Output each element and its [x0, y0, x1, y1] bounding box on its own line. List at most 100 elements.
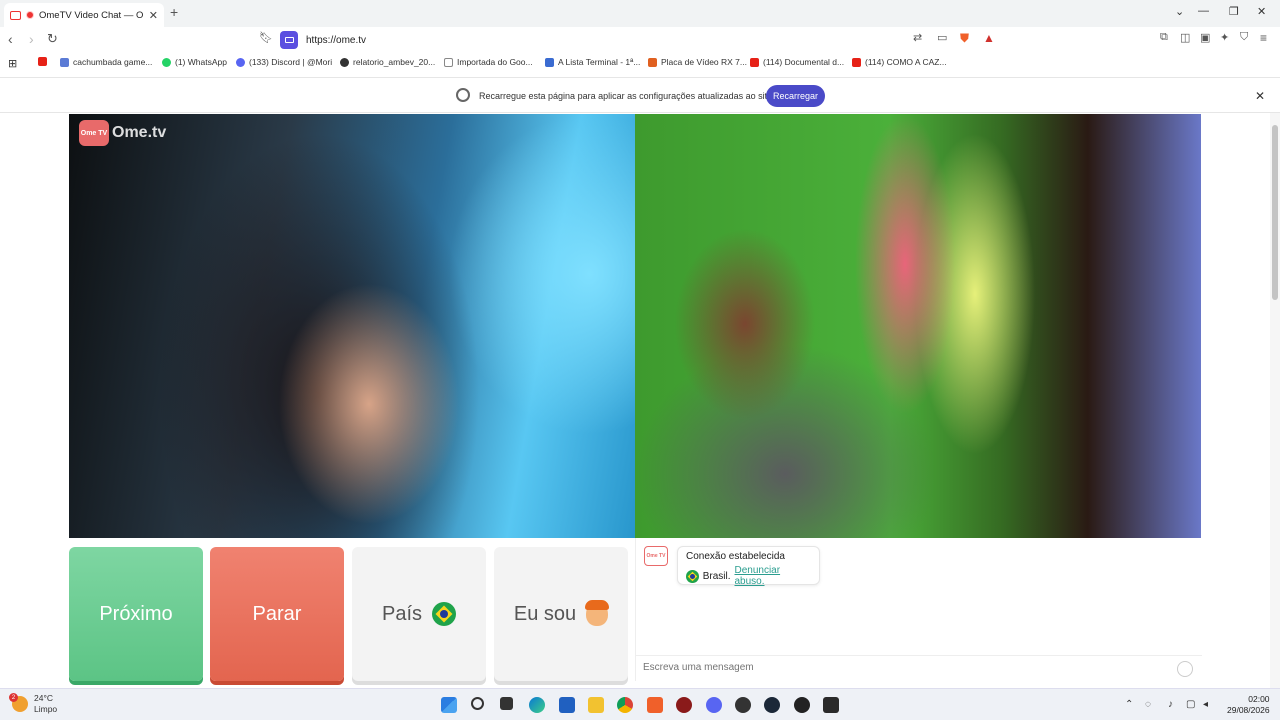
minimize-button[interactable]: —: [1198, 5, 1209, 17]
ometv-page: Ome TV Ome.tv Próximo Parar País Eu sou …: [0, 113, 1270, 688]
emoji-icon[interactable]: [1177, 661, 1193, 677]
youtube-icon: [750, 57, 759, 67]
store-icon[interactable]: [559, 697, 575, 713]
weather-desc: Limpo: [34, 704, 58, 714]
extensions-icon[interactable]: ⧉: [1160, 31, 1168, 44]
bookmark-whatsapp[interactable]: (1) WhatsApp: [162, 57, 227, 67]
system-clock[interactable]: 02:00 29/08/2026: [1227, 694, 1270, 716]
mouse-cursor-icon: [898, 615, 903, 625]
bookmark-youtube[interactable]: [38, 57, 47, 66]
maximize-button[interactable]: ❐: [1229, 5, 1239, 18]
windows-start-icon[interactable]: [441, 697, 457, 713]
boy-emoji-icon: [585, 600, 610, 626]
discord-icon[interactable]: [706, 697, 722, 713]
chat-panel: Ome TV Conexão estabelecida Brasil. Denu…: [635, 538, 1202, 681]
reload-page-button[interactable]: Recarregar: [766, 85, 825, 107]
task-view-icon[interactable]: [500, 697, 513, 710]
infobar-message: Recarregue esta página para aplicar as c…: [479, 91, 775, 101]
country-button[interactable]: País: [352, 547, 486, 681]
country-button-label: País: [381, 602, 423, 625]
microphone-icon[interactable]: ♪: [1168, 699, 1173, 710]
clock-time: 02:00: [1248, 694, 1270, 704]
browser-tab[interactable]: OmeTV Video Chat — Omeg ✕: [4, 3, 164, 27]
bookmark-lista-terminal[interactable]: A Lista Terminal - 1ª...: [545, 57, 640, 67]
brave-rewards-icon[interactable]: ▲: [983, 31, 995, 45]
steam-icon[interactable]: [764, 697, 780, 713]
ometv-favicon-icon: [10, 10, 21, 20]
leo-ai-icon[interactable]: ✦: [1220, 31, 1229, 44]
bookmark-documental[interactable]: (114) Documental d...: [750, 57, 844, 67]
tab-title: OmeTV Video Chat — Omeg: [39, 9, 144, 21]
display-icon[interactable]: ▢: [1186, 699, 1195, 710]
tray-chevron-icon[interactable]: ⌃: [1125, 699, 1133, 710]
url-text[interactable]: https://ome.tv: [306, 35, 366, 46]
system-message-bubble: Conexão estabelecida Brasil. Denunciar a…: [677, 546, 820, 587]
bookmark-discord[interactable]: (133) Discord | @Mori: [236, 57, 332, 67]
forward-arrow-icon[interactable]: ›: [29, 31, 34, 47]
translate-icon[interactable]: ⇄: [913, 31, 922, 44]
github-desktop-icon[interactable]: [794, 697, 810, 713]
bookmark-site-icon: [60, 57, 69, 67]
brave-shield-icon[interactable]: ⛊: [960, 31, 969, 46]
chat-input-row: [636, 655, 1202, 681]
bookmark-como-a-caz[interactable]: (114) COMO A CAZ...: [852, 57, 947, 67]
bookmark-cachumbada[interactable]: cachumbada game...: [60, 57, 152, 67]
gear-icon: [456, 88, 470, 102]
gender-button-label: Eu sou: [513, 602, 577, 625]
chat-message-input[interactable]: [643, 662, 1163, 673]
camera-permission-icon[interactable]: [280, 31, 298, 49]
page-scrollbar[interactable]: [1270, 113, 1280, 688]
connection-status-text: Conexão estabelecida: [686, 551, 785, 562]
apps-grid-icon[interactable]: ⊞: [8, 57, 17, 70]
report-abuse-link[interactable]: Denunciar abuso.: [734, 565, 811, 587]
bookmark-folder-importada[interactable]: Importada do Goo...: [444, 57, 533, 67]
search-icon[interactable]: [471, 697, 484, 710]
weather-widget[interactable]: 2 24°C Limpo: [9, 693, 58, 715]
github-icon: [340, 57, 349, 67]
infobar-close-icon[interactable]: ✕: [1255, 89, 1265, 103]
address-bar[interactable]: https://ome.tv: [280, 30, 1000, 50]
bookmark-icon[interactable]: 🔖︎: [259, 31, 273, 44]
ometv-chat-logo-icon: Ome TV: [644, 546, 668, 566]
partner-country-text: Brasil.: [702, 570, 731, 582]
brave-icon[interactable]: [647, 697, 663, 713]
app-icon[interactable]: [676, 697, 692, 713]
network-icon[interactable]: ◌: [1145, 699, 1151, 710]
new-tab-button[interactable]: +: [170, 4, 178, 20]
epic-games-icon[interactable]: [823, 697, 839, 713]
brazil-flag-icon: [686, 569, 699, 583]
vpn-icon[interactable]: ⛉: [1240, 31, 1248, 44]
youtube-icon: [38, 57, 47, 66]
bookmark-placa-video[interactable]: Placa de Vídeo RX 7...: [648, 57, 747, 67]
chrome-icon[interactable]: [617, 697, 633, 713]
brazil-flag-icon: [432, 602, 457, 626]
scrollbar-thumb[interactable]: [1272, 125, 1278, 300]
stop-button[interactable]: Parar: [210, 547, 344, 681]
site-settings-infobar: Recarregue esta página para aplicar as c…: [0, 77, 1280, 113]
weather-badge: 2: [9, 693, 18, 702]
obs-icon[interactable]: [735, 697, 751, 713]
whatsapp-icon: [162, 57, 171, 67]
sidebar-icon[interactable]: ◫: [1180, 31, 1190, 44]
file-explorer-icon[interactable]: [588, 697, 604, 713]
bookmark-relatorio[interactable]: relatorio_ambev_20...: [340, 57, 435, 67]
stop-button-label: Parar: [252, 602, 302, 625]
volume-icon[interactable]: ◂: [1203, 699, 1208, 710]
next-button[interactable]: Próximo: [69, 547, 203, 681]
menu-icon[interactable]: ≡: [1260, 31, 1267, 45]
edge-icon[interactable]: [529, 697, 545, 713]
back-arrow-icon[interactable]: ‹: [8, 31, 13, 47]
self-video: [635, 114, 1201, 538]
store-icon: [648, 57, 657, 67]
bookmarks-bar: ⊞ cachumbada game... (1) WhatsApp (133) …: [0, 53, 1280, 73]
stranger-video: Ome TV Ome.tv: [69, 114, 635, 538]
tab-list-button[interactable]: ⌄: [1175, 5, 1184, 18]
tab-close-icon[interactable]: ✕: [149, 9, 158, 22]
reload-icon[interactable]: ↻: [47, 31, 58, 47]
gender-button[interactable]: Eu sou: [494, 547, 628, 681]
cast-icon[interactable]: ▭: [937, 31, 947, 44]
ometv-logo: Ome TV Ome.tv: [79, 120, 166, 146]
recording-icon: [26, 11, 34, 19]
wallet-icon[interactable]: ▣: [1200, 31, 1210, 44]
close-window-button[interactable]: ✕: [1257, 5, 1266, 18]
